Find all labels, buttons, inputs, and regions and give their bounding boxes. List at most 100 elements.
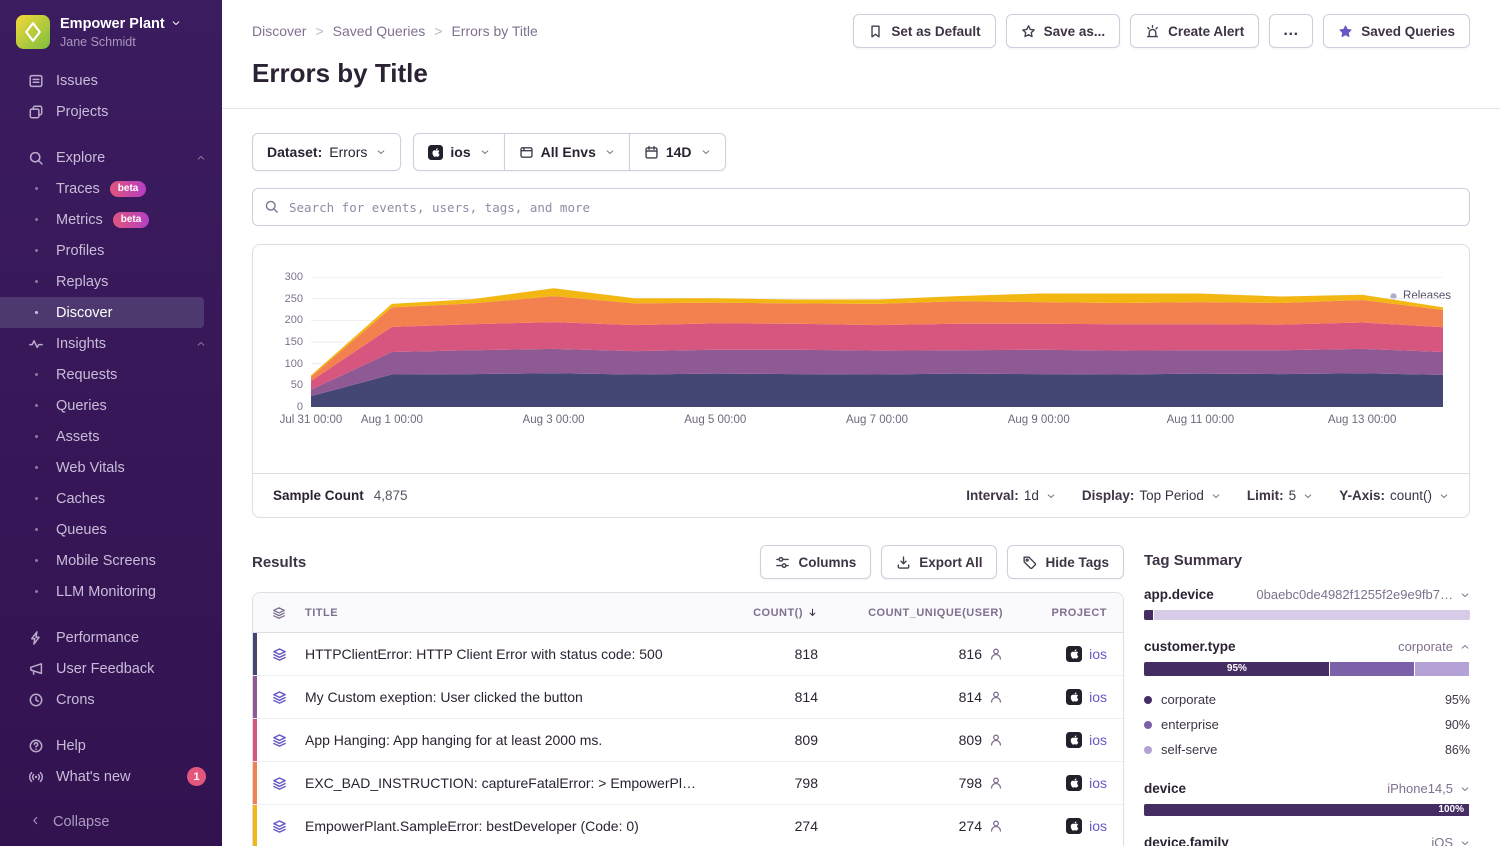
sidebar-item-projects[interactable]: Projects: [0, 96, 222, 127]
sidebar-item-metrics[interactable]: Metricsbeta: [0, 204, 222, 235]
table-row[interactable]: HTTPClientError: HTTP Client Error with …: [253, 633, 1123, 676]
sidebar-item-issues[interactable]: Issues: [0, 65, 222, 96]
dataset-selector[interactable]: Dataset: Errors: [252, 133, 401, 171]
project-selector[interactable]: ios: [413, 133, 504, 171]
tag-legend-item-self-serve[interactable]: self-serve86%: [1144, 737, 1470, 762]
set-as-default-button[interactable]: Set as Default: [853, 14, 995, 48]
export-all-button[interactable]: Export All: [881, 545, 997, 579]
sidebar-item-user-feedback[interactable]: User Feedback: [0, 653, 222, 684]
stacked-area-chart-svg[interactable]: [311, 277, 1443, 407]
legend-dot-icon: [1144, 746, 1152, 754]
tag-section-header[interactable]: customer.typecorporate: [1144, 639, 1470, 654]
interval-selector[interactable]: Interval: 1d: [966, 488, 1056, 503]
tag-distribution-bar[interactable]: 100%: [1144, 804, 1470, 816]
sidebar-item-traces[interactable]: Tracesbeta: [0, 173, 222, 204]
sidebar-item-explore[interactable]: Explore: [0, 142, 222, 173]
row-title: EmpowerPlant.SampleError: bestDeveloper …: [305, 818, 698, 834]
main-area: Discover>Saved Queries>Errors by Title S…: [222, 0, 1500, 846]
tag-bar-segment: [1144, 610, 1154, 620]
row-project-link[interactable]: ios: [1003, 818, 1123, 834]
sidebar-item-llm-monitoring[interactable]: LLM Monitoring: [0, 576, 222, 607]
sidebar-item-label: Web Vitals: [56, 460, 125, 476]
x-axis-labels: Jul 31 00:00Aug 1 00:00Aug 3 00:00Aug 5 …: [311, 407, 1443, 433]
row-color-strip: [253, 633, 257, 675]
tag-name: app.device: [1144, 587, 1214, 602]
tag-distribution-bar[interactable]: [1144, 610, 1470, 620]
save-as-button[interactable]: Save as...: [1006, 14, 1121, 48]
row-count: 809: [698, 732, 818, 748]
sidebar-item-what-s-new[interactable]: What's new1: [0, 761, 222, 792]
legend-label: self-serve: [1161, 742, 1436, 757]
tag-distribution-bar[interactable]: 95%: [1144, 662, 1470, 676]
tag-icon: [1022, 555, 1037, 570]
sidebar-item-profiles[interactable]: Profiles: [0, 235, 222, 266]
tag-section-customer-type: customer.typecorporate 95% corporate95%ent…: [1144, 639, 1470, 762]
breadcrumb-item-errors-by-title[interactable]: Errors by Title: [451, 23, 537, 39]
column-header-project[interactable]: PROJECT: [1003, 607, 1123, 619]
y-axis-selector[interactable]: Y-Axis: count(): [1339, 488, 1449, 503]
sidebar-item-insights[interactable]: Insights: [0, 328, 222, 359]
chevron-down-icon: [1460, 590, 1470, 600]
project-value: ios: [450, 144, 470, 160]
sidebar-item-performance[interactable]: Performance: [0, 622, 222, 653]
environment-selector[interactable]: All Envs: [504, 133, 630, 171]
row-count-unique: 809: [818, 732, 1003, 748]
table-row[interactable]: App Hanging: App hanging for at least 20…: [253, 719, 1123, 762]
bullet-icon: [28, 280, 44, 283]
sidebar-item-help[interactable]: Help: [0, 730, 222, 761]
person-icon: [989, 733, 1003, 747]
chart-footer: Sample Count 4,875 Interval: 1d Display:…: [253, 473, 1469, 517]
row-project-link[interactable]: ios: [1003, 732, 1123, 748]
hide-tags-button[interactable]: Hide Tags: [1007, 545, 1124, 579]
sidebar-item-replays[interactable]: Replays: [0, 266, 222, 297]
sidebar-item-crons[interactable]: Crons: [0, 684, 222, 715]
tag-section-header[interactable]: app.device0baebc0de4982f1255f2e9e9fb7…: [1144, 587, 1470, 602]
columns-button[interactable]: Columns: [760, 545, 871, 579]
ellipsis-icon: …: [1283, 22, 1300, 40]
row-color-strip: [253, 676, 257, 718]
sidebar-collapse-button[interactable]: Collapse: [0, 798, 222, 846]
tag-legend-item-corporate[interactable]: corporate95%: [1144, 687, 1470, 712]
stacked-area-chart[interactable]: Releases 050100150200250300 Jul 31 00:00…: [253, 277, 1469, 473]
column-header-count[interactable]: COUNT(): [698, 607, 818, 619]
row-count: 818: [698, 646, 818, 662]
row-project-link[interactable]: ios: [1003, 689, 1123, 705]
sidebar-item-queries[interactable]: Queries: [0, 390, 222, 421]
row-project-link[interactable]: ios: [1003, 775, 1123, 791]
tag-section-header[interactable]: deviceiPhone14,5: [1144, 781, 1470, 796]
sidebar-item-mobile-screens[interactable]: Mobile Screens: [0, 545, 222, 576]
date-range-selector[interactable]: 14D: [629, 133, 726, 171]
search-icon: [264, 199, 279, 219]
search-input[interactable]: [252, 188, 1470, 226]
tag-section-header[interactable]: device.familyiOS: [1144, 835, 1470, 846]
sidebar-item-requests[interactable]: Requests: [0, 359, 222, 390]
sidebar-item-queues[interactable]: Queues: [0, 514, 222, 545]
column-header-count-unique[interactable]: COUNT_UNIQUE(USER): [818, 607, 1003, 619]
tag-legend-item-enterprise[interactable]: enterprise90%: [1144, 712, 1470, 737]
chevron-down-icon: [1460, 784, 1470, 794]
sidebar-item-web-vitals[interactable]: Web Vitals: [0, 452, 222, 483]
column-header-title[interactable]: TITLE: [305, 607, 698, 619]
sidebar-item-discover[interactable]: Discover: [0, 297, 204, 328]
table-row[interactable]: My Custom exeption: User clicked the but…: [253, 676, 1123, 719]
org-switcher[interactable]: Empower Plant Jane Schmidt: [0, 0, 222, 61]
display-selector[interactable]: Display: Top Period: [1082, 488, 1221, 503]
sidebar-item-label: LLM Monitoring: [56, 584, 156, 600]
table-row[interactable]: EXC_BAD_INSTRUCTION: captureFatalError: …: [253, 762, 1123, 805]
breadcrumb-item-saved-queries[interactable]: Saved Queries: [333, 23, 426, 39]
person-icon: [989, 647, 1003, 661]
saved-queries-button[interactable]: Saved Queries: [1323, 14, 1470, 48]
sidebar-item-caches[interactable]: Caches: [0, 483, 222, 514]
table-row[interactable]: EmpowerPlant.SampleError: bestDeveloper …: [253, 805, 1123, 846]
more-options-button[interactable]: …: [1269, 14, 1313, 48]
limit-selector[interactable]: Limit: 5: [1247, 488, 1313, 503]
save-as-label: Save as...: [1044, 24, 1106, 39]
area-series-httpclienterror-http-client-er: [311, 373, 1443, 407]
row-project-link[interactable]: ios: [1003, 646, 1123, 662]
breadcrumb-item-discover[interactable]: Discover: [252, 23, 306, 39]
sidebar-item-assets[interactable]: Assets: [0, 421, 222, 452]
create-alert-button[interactable]: Create Alert: [1130, 14, 1259, 48]
filter-bar: Dataset: Errors ios All Envs: [252, 133, 1470, 171]
row-count-unique: 274: [818, 818, 1003, 834]
sidebar-item-label: Performance: [56, 630, 139, 646]
